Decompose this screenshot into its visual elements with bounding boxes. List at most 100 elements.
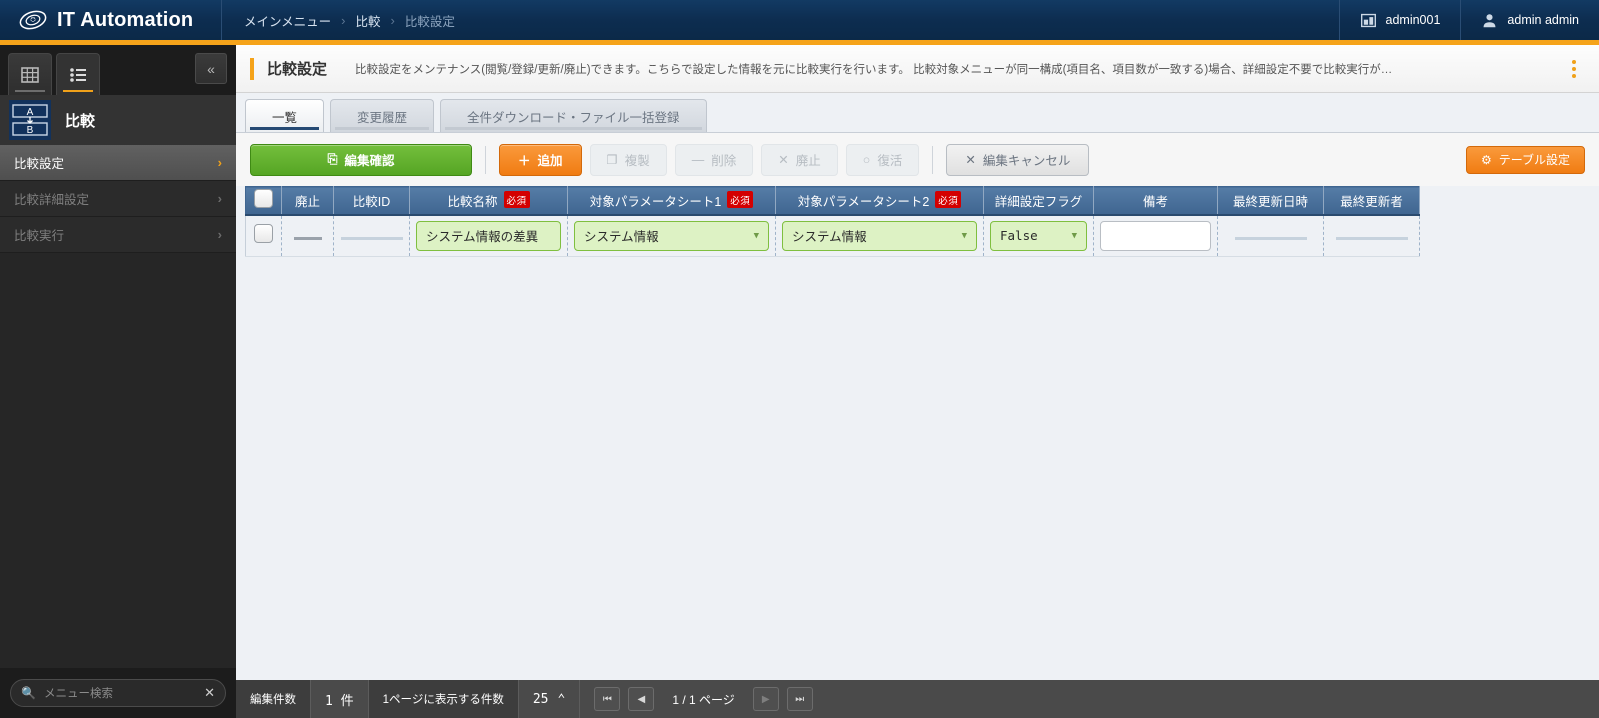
confirm-edit-label: 編集確認 [344, 154, 395, 168]
top-bar: IT Automation メインメニュー › 比較 › 比較設定 admin0… [0, 0, 1599, 40]
breadcrumb-item-main-menu[interactable]: メインメニュー [244, 11, 331, 30]
header-target-sheet-2[interactable]: 対象パラメータシート2 必須 [775, 186, 984, 216]
required-badge: 必須 [503, 191, 530, 209]
pagination: ⏮ ◀ 1 / 1 ページ ▶ ⏭ [580, 680, 827, 718]
next-page-button[interactable]: ▶ [752, 687, 779, 711]
confirm-edit-button[interactable]: ⎘ 編集確認 [250, 143, 472, 176]
menu-search-input[interactable]: 🔍 メニュー検索 ✕ [10, 679, 226, 707]
svg-text:B: B [27, 125, 34, 136]
brand[interactable]: IT Automation [0, 0, 222, 40]
sidebar-item-label: 比較実行 [14, 229, 65, 243]
svg-text:A: A [27, 107, 34, 118]
footer-filler [826, 680, 1599, 718]
header-comparison-id[interactable]: 比較ID [333, 186, 410, 216]
cell-row-select[interactable] [245, 214, 282, 257]
top-bar-right: admin001 admin admin [1338, 0, 1599, 40]
remarks-input[interactable] [1100, 220, 1211, 251]
per-page-value: 25 [532, 691, 549, 707]
sidebar-collapse-button[interactable]: « [195, 53, 227, 84]
header-comparison-name[interactable]: 比較名称 必須 [409, 186, 568, 216]
grid-icon [21, 66, 39, 83]
chevron-up-icon: ⌃ [557, 691, 566, 707]
chevron-right-icon: › [217, 227, 222, 242]
content-tabs: 一覧 変更履歴 全件ダウンロード・ファイル一括登録 [236, 93, 1599, 132]
header-last-updated[interactable]: 最終更新日時 [1217, 186, 1324, 216]
tab-change-history[interactable]: 変更履歴 [330, 99, 435, 132]
application-window: IT Automation メインメニュー › 比較 › 比較設定 admin0… [0, 0, 1599, 718]
add-icon: ＋ [518, 154, 531, 168]
duplicate-icon: ❐ [606, 153, 618, 167]
delete-button: — 削除 [674, 143, 754, 176]
tab-list[interactable]: 一覧 [245, 99, 325, 132]
header-detail-flag[interactable]: 詳細設定フラグ [983, 186, 1094, 216]
breadcrumb-item-comparison[interactable]: 比較 [355, 11, 380, 30]
confirm-edit-icon: ⎘ [327, 152, 338, 166]
table-footer: 編集件数 1 件 1ページに表示する件数 25 ⌃ ⏮ ◀ 1 / 1 ページ … [236, 680, 1599, 718]
first-page-button[interactable]: ⏮ [594, 687, 621, 711]
sidebar-item-comparison-execution[interactable]: 比較実行 › [0, 217, 236, 253]
target-sheet-1-select[interactable]: システム情報 ▼ [574, 220, 769, 251]
cell-comparison-name[interactable]: システム情報の差異 [409, 214, 568, 257]
cell-remarks[interactable] [1093, 214, 1218, 257]
tab-underline [335, 127, 430, 130]
cell-last-updater [1323, 214, 1420, 257]
sidebar-view-tabs: « [0, 45, 236, 95]
sidebar: « A B 比較 比較設定 › 比較詳細設定 › 比較実行 › 🔍 メニュー検索… [0, 45, 236, 718]
header-target-sheet-1[interactable]: 対象パラメータシート1 必須 [567, 186, 776, 216]
workspace-selector[interactable]: admin001 [1338, 0, 1461, 40]
comparison-name-input[interactable]: システム情報の差異 [416, 220, 561, 251]
sidebar-item-comparison-settings[interactable]: 比較設定 › [0, 145, 236, 181]
header-label: 最終更新者 [1340, 194, 1403, 209]
select-all-checkbox[interactable] [254, 189, 273, 209]
breadcrumb-item-comparison-settings: 比較設定 [404, 14, 455, 29]
chevron-down-icon: ▼ [753, 230, 759, 241]
table-settings-button[interactable]: ⚙ テーブル設定 [1465, 145, 1585, 174]
cell-target-sheet-1[interactable]: システム情報 ▼ [567, 214, 776, 257]
discard-label: 廃止 [795, 154, 821, 168]
sidebar-list-view-tab[interactable] [56, 53, 100, 95]
table-row[interactable]: システム情報の差異 システム情報 ▼ システム情報 ▼ False ▼ [245, 214, 1420, 257]
main-content: 比較設定 比較設定をメンテナンス(閲覧/登録/更新/廃止)できます。こちらで設定… [236, 45, 1599, 718]
page-options-menu-icon[interactable] [1561, 54, 1587, 84]
cell-target-sheet-2[interactable]: システム情報 ▼ [775, 214, 984, 257]
cell-discard [281, 214, 334, 257]
action-toolbar: ⎘ 編集確認 ＋ 追加 ❐ 複製 — 削除 ✕ 廃止 ○ 復活 ✕ 編集キャンセ… [236, 132, 1599, 186]
clear-search-icon[interactable]: ✕ [204, 685, 215, 701]
header-remarks[interactable]: 備考 [1093, 186, 1218, 216]
tab-underline [445, 127, 702, 130]
empty-value-dash [293, 236, 322, 240]
account-menu[interactable]: admin admin [1460, 0, 1599, 40]
tab-label: 変更履歴 [357, 110, 408, 125]
page-header: 比較設定 比較設定をメンテナンス(閲覧/登録/更新/廃止)できます。こちらで設定… [236, 45, 1599, 93]
target-sheet-2-select[interactable]: システム情報 ▼ [782, 220, 977, 251]
target-sheet-1-value: システム情報 [584, 229, 659, 245]
prev-page-button[interactable]: ◀ [628, 687, 655, 711]
header-discard[interactable]: 廃止 [281, 186, 334, 216]
breadcrumb-separator-icon: › [390, 12, 395, 28]
table-header-row: 廃止 比較ID 比較名称 必須 対象パラメータシート1 必須 対象パラメータシー… [245, 186, 1420, 216]
sidebar-item-comparison-detail-settings[interactable]: 比較詳細設定 › [0, 181, 236, 217]
chevron-down-icon: ▼ [961, 230, 967, 241]
sidebar-section-header: A B 比較 [0, 95, 236, 145]
per-page-selector[interactable]: 25 ⌃ [518, 680, 581, 718]
sidebar-grid-view-tab[interactable] [8, 53, 52, 95]
detail-flag-select[interactable]: False ▼ [990, 220, 1087, 251]
detail-flag-value: False [1000, 228, 1038, 244]
header-label: 対象パラメータシート2 [797, 194, 930, 209]
tab-bulk-download-upload[interactable]: 全件ダウンロード・ファイル一括登録 [440, 99, 707, 132]
sidebar-section-title: 比較 [65, 112, 96, 130]
tab-label: 一覧 [272, 110, 298, 125]
workspace-icon [1360, 13, 1376, 27]
breadcrumb-separator-icon: › [341, 12, 346, 28]
cell-detail-flag[interactable]: False ▼ [983, 214, 1094, 257]
row-checkbox[interactable] [254, 223, 273, 243]
header-label: 対象パラメータシート1 [589, 194, 722, 209]
account-label: admin admin [1507, 13, 1579, 27]
header-select-all[interactable] [245, 186, 282, 216]
header-last-updater[interactable]: 最終更新者 [1323, 186, 1420, 216]
add-button[interactable]: ＋ 追加 [499, 143, 582, 176]
comparison-icon: A B [9, 100, 51, 140]
last-page-button[interactable]: ⏭ [786, 687, 813, 711]
cancel-edit-button[interactable]: ✕ 編集キャンセル [946, 143, 1090, 176]
header-label: 備考 [1142, 194, 1168, 209]
